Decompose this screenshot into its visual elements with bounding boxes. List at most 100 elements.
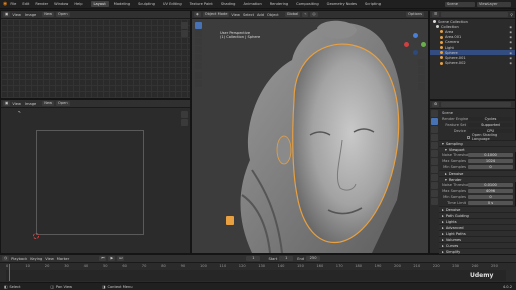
tab-texture-paint[interactable]: Texture Paint (187, 1, 216, 7)
outliner-search[interactable] (441, 12, 509, 17)
mode-selector[interactable]: Object Mode (202, 12, 230, 17)
visibility-eye-icon[interactable]: ◉ (509, 51, 512, 55)
menu-view[interactable]: View (12, 13, 21, 17)
frame-range-track[interactable] (6, 270, 506, 281)
camera-view-icon[interactable] (418, 75, 425, 82)
tab-layout[interactable]: Layout (90, 1, 109, 7)
tab-shading[interactable]: Shading (218, 1, 239, 7)
r-min-samples-field[interactable]: 0 (468, 194, 513, 200)
grid-icon[interactable] (418, 83, 425, 90)
visibility-eye-icon[interactable]: ◉ (509, 46, 512, 50)
uv-canvas[interactable]: ↖ (1, 108, 190, 253)
menu-object[interactable]: Object (267, 13, 279, 17)
hand-pan-icon[interactable] (226, 216, 234, 225)
menu-view[interactable]: View (45, 257, 54, 261)
editor-type-icon[interactable]: ◈ (194, 12, 201, 17)
gizmo-x-axis[interactable] (404, 42, 409, 47)
menu-view[interactable]: View (231, 13, 240, 17)
gizmo-y-axis[interactable] (421, 42, 426, 47)
open-image-button[interactable]: Open (56, 101, 70, 106)
visibility-eye-icon[interactable]: ◉ (509, 61, 512, 65)
frame-ruler[interactable]: 0 10 20 30 40 50 60 70 80 90 100 110 120 130 140 150 160… (6, 264, 506, 269)
physics-tab-icon[interactable] (431, 174, 438, 181)
material-tab-icon[interactable] (431, 198, 438, 205)
properties-search[interactable] (441, 102, 511, 107)
menu-select[interactable]: Select (243, 13, 254, 17)
select-box-icon[interactable] (195, 22, 202, 29)
jump-end-icon[interactable]: ⏭ (117, 256, 125, 261)
proportional-edit-icon[interactable]: ◎ (310, 12, 318, 17)
cursor-icon[interactable] (195, 30, 202, 37)
menu-window[interactable]: Window (54, 2, 68, 6)
sculpted-head-mesh[interactable] (222, 20, 428, 253)
tab-sculpting[interactable]: Sculpting (135, 1, 158, 7)
tab-scripting[interactable]: Scripting (362, 1, 384, 7)
visibility-eye-icon[interactable]: ◉ (509, 25, 512, 29)
annotate-icon[interactable] (195, 72, 202, 79)
rotate-icon[interactable] (195, 46, 202, 53)
render-tab-icon[interactable] (431, 118, 438, 125)
gizmo-z-axis[interactable] (413, 33, 418, 38)
r-noise-threshold-field[interactable]: 0.0100 (468, 182, 513, 188)
new-image-button[interactable]: New (42, 12, 55, 17)
2d-cursor-icon[interactable] (33, 233, 39, 239)
menu-render[interactable]: Render (35, 2, 48, 6)
visibility-eye-icon[interactable]: ◉ (509, 35, 512, 39)
snap-icon[interactable]: ⌁ (302, 12, 309, 17)
transform-orientation[interactable]: Global (284, 12, 301, 17)
tab-compositing[interactable]: Compositing (293, 1, 322, 7)
data-tab-icon[interactable] (431, 190, 438, 197)
scene-tab-icon[interactable] (431, 142, 438, 149)
menu-marker[interactable]: Marker (57, 257, 69, 261)
zoom-icon[interactable] (181, 111, 188, 118)
filter-icon[interactable]: ⚲ (510, 13, 513, 17)
tool-tab-icon[interactable] (431, 110, 438, 117)
editor-type-icon[interactable]: ☰ (432, 12, 440, 17)
feature-set-dropdown[interactable]: Supported (468, 122, 513, 128)
editor-type-icon[interactable]: ▣ (3, 101, 11, 106)
tab-modeling[interactable]: Modeling (111, 1, 133, 7)
editor-type-icon[interactable]: ◷ (2, 256, 10, 261)
current-frame-field[interactable]: 1 (246, 256, 261, 261)
constraints-tab-icon[interactable] (431, 182, 438, 189)
blender-logo-icon[interactable]: ◉ (3, 1, 7, 7)
menu-keying[interactable]: Keying (30, 257, 42, 261)
open-image-button[interactable]: Open (56, 12, 70, 17)
vp-min-samples-field[interactable]: 0 (468, 164, 513, 170)
world-tab-icon[interactable] (431, 150, 438, 157)
menu-view[interactable]: View (12, 102, 21, 106)
move-icon[interactable] (195, 38, 202, 45)
options-dropdown[interactable]: Options (406, 12, 424, 17)
new-image-button[interactable]: New (42, 101, 55, 106)
visibility-eye-icon[interactable]: ◉ (509, 56, 512, 60)
menu-image[interactable]: Image (25, 13, 36, 17)
tab-geometry-nodes[interactable]: Geometry Nodes (324, 1, 360, 7)
visibility-eye-icon[interactable]: ◉ (509, 30, 512, 34)
menu-file[interactable]: File (10, 2, 16, 6)
start-frame-field[interactable]: 1 (279, 256, 294, 261)
tab-animation[interactable]: Animation (240, 1, 264, 7)
vp-noise-threshold-field[interactable]: 0.1000 (468, 152, 513, 158)
osl-checkbox[interactable] (467, 135, 470, 139)
editor-type-icon[interactable]: ▣ (3, 12, 11, 17)
r-max-samples-field[interactable]: 4096 (468, 188, 513, 194)
scale-icon[interactable] (195, 54, 202, 61)
view-layer-tab-icon[interactable] (431, 134, 438, 141)
pan-hand-icon[interactable] (181, 30, 188, 37)
measure-icon[interactable] (195, 80, 202, 87)
visibility-eye-icon[interactable]: ◉ (509, 40, 512, 44)
zoom-icon[interactable] (418, 59, 425, 66)
select-cursor-icon[interactable]: ↖ (18, 110, 21, 114)
play-icon[interactable]: ▶ (108, 256, 116, 261)
gizmo-neg-z[interactable] (413, 50, 418, 55)
jump-start-icon[interactable]: ⏮ (99, 256, 107, 261)
navigation-gizmo[interactable] (404, 33, 426, 55)
vp-max-samples-field[interactable]: 1024 (468, 158, 513, 164)
playhead[interactable] (9, 264, 10, 281)
scene-selector[interactable]: Scene (445, 1, 475, 7)
tab-uv-editing[interactable]: UV Editing (160, 1, 185, 7)
outliner-item[interactable]: Sphere.002 ◉ (430, 61, 515, 66)
zoom-icon[interactable] (181, 22, 188, 29)
object-tab-icon[interactable] (431, 158, 438, 165)
transform-icon[interactable] (195, 62, 202, 69)
